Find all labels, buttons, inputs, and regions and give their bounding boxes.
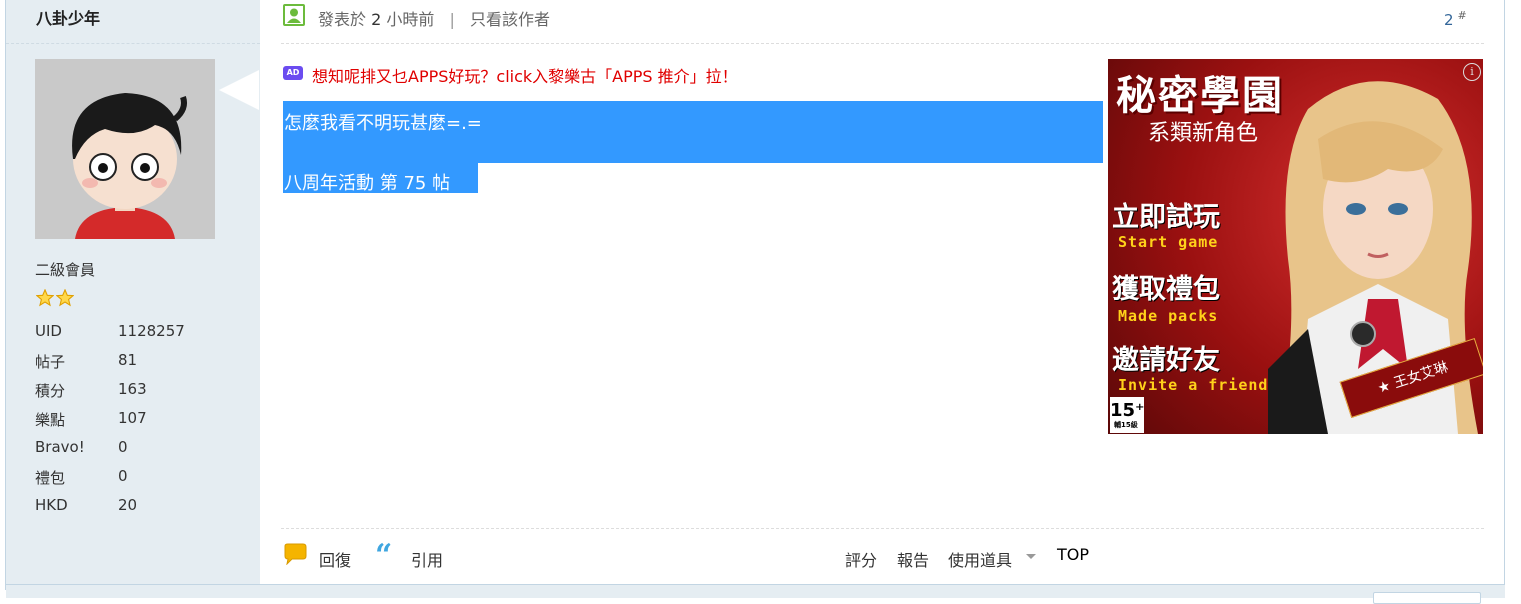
header-divider [281, 43, 1484, 44]
stat-value: 0 [118, 467, 128, 485]
posted-suffix: 小時前 [386, 10, 435, 29]
stat-label: 積分 [35, 382, 66, 400]
star-icon [36, 289, 54, 307]
back-to-top-link[interactable]: TOP [1057, 545, 1089, 564]
stat-label: Bravo! [35, 438, 85, 456]
stat-label: 帖子 [35, 353, 66, 371]
rank-stars [36, 289, 76, 311]
user-silhouette-icon [285, 6, 303, 24]
banner-cta-en: Made packs [1118, 307, 1219, 325]
age-rating: 15⁺ [1110, 400, 1145, 421]
author-only-link[interactable]: 只看該作者 [470, 10, 550, 29]
author-username[interactable]: 八卦少年 [36, 5, 100, 29]
stat-label: 樂點 [35, 411, 66, 429]
reply-icon[interactable] [283, 543, 307, 566]
ad-text-link[interactable]: 想知呢排又乜APPS好玩？click入黎樂古「APPS 推介」拉！ [312, 63, 738, 87]
stat-value: 0 [118, 438, 128, 456]
stat-value: 107 [118, 409, 147, 427]
avatar[interactable] [35, 59, 215, 239]
stat-value[interactable]: 81 [118, 351, 137, 369]
avatar-speech-tail [219, 70, 259, 110]
use-tools-menu[interactable]: 使用道具 [948, 547, 1012, 571]
quote-button[interactable]: 引用 [411, 547, 443, 571]
banner-cta-zh: 邀請好友 [1112, 345, 1220, 376]
report-button[interactable]: 報告 [897, 547, 929, 571]
rate-button[interactable]: 評分 [845, 547, 877, 571]
bottom-tab[interactable] [1373, 592, 1481, 604]
stat-label: 禮包 [35, 469, 66, 487]
chevron-down-icon[interactable] [1026, 554, 1036, 559]
game-ad-banner[interactable]: 秘密學園 系類新角色 立即試玩 Start game 獲取禮包 Made pac… [1108, 59, 1483, 434]
banner-subtitle: 系類新角色 [1148, 121, 1259, 146]
post-signature-line: 八周年活動 第 75 帖 [284, 173, 451, 194]
meta-separator: | [449, 10, 455, 29]
post-content-line: 怎麼我看不明玩甚麼=.= [284, 113, 482, 134]
banner-cta-zh: 立即試玩 [1112, 202, 1220, 233]
stat-value: 20 [118, 496, 138, 514]
floor-mark: # [1457, 9, 1467, 22]
banner-cta-en: Start game [1118, 233, 1219, 251]
reply-button[interactable]: 回復 [319, 547, 351, 571]
banner-title: 秘密學園 [1116, 72, 1284, 119]
posted-time-number: 2 [371, 10, 382, 29]
banner-cta-zh: 獲取禮包 [1112, 274, 1220, 305]
stat-label: UID [35, 322, 62, 340]
banner-cta-en: Invite a friend [1118, 376, 1269, 394]
posted-prefix: 發表於 [318, 10, 367, 29]
age-rating-badge: 15⁺ 輔15級 [1110, 397, 1145, 433]
stat-label: HKD [35, 496, 68, 514]
ad-info-icon[interactable]: i [1463, 63, 1481, 81]
avatar-illustration [35, 59, 215, 239]
online-user-icon [283, 4, 305, 26]
member-rank: 二級會員 [35, 261, 96, 279]
floor-number-link[interactable]: 2 # [1444, 9, 1467, 29]
quote-icon[interactable]: “ [375, 541, 392, 571]
age-rating-note: 輔15級 [1114, 421, 1138, 429]
stat-value: 1128257 [118, 322, 185, 340]
stat-value: 163 [118, 380, 147, 398]
speech-bubble-icon [284, 543, 307, 566]
footer-divider [281, 528, 1484, 529]
floor-number[interactable]: 2 [1444, 11, 1454, 29]
star-icon [56, 289, 74, 307]
bottom-strip [6, 584, 1505, 598]
sidebar-divider [6, 43, 260, 44]
post-meta: 發表於 2 小時前 | 只看該作者 [318, 6, 550, 30]
ad-badge-icon: AD [283, 66, 303, 80]
